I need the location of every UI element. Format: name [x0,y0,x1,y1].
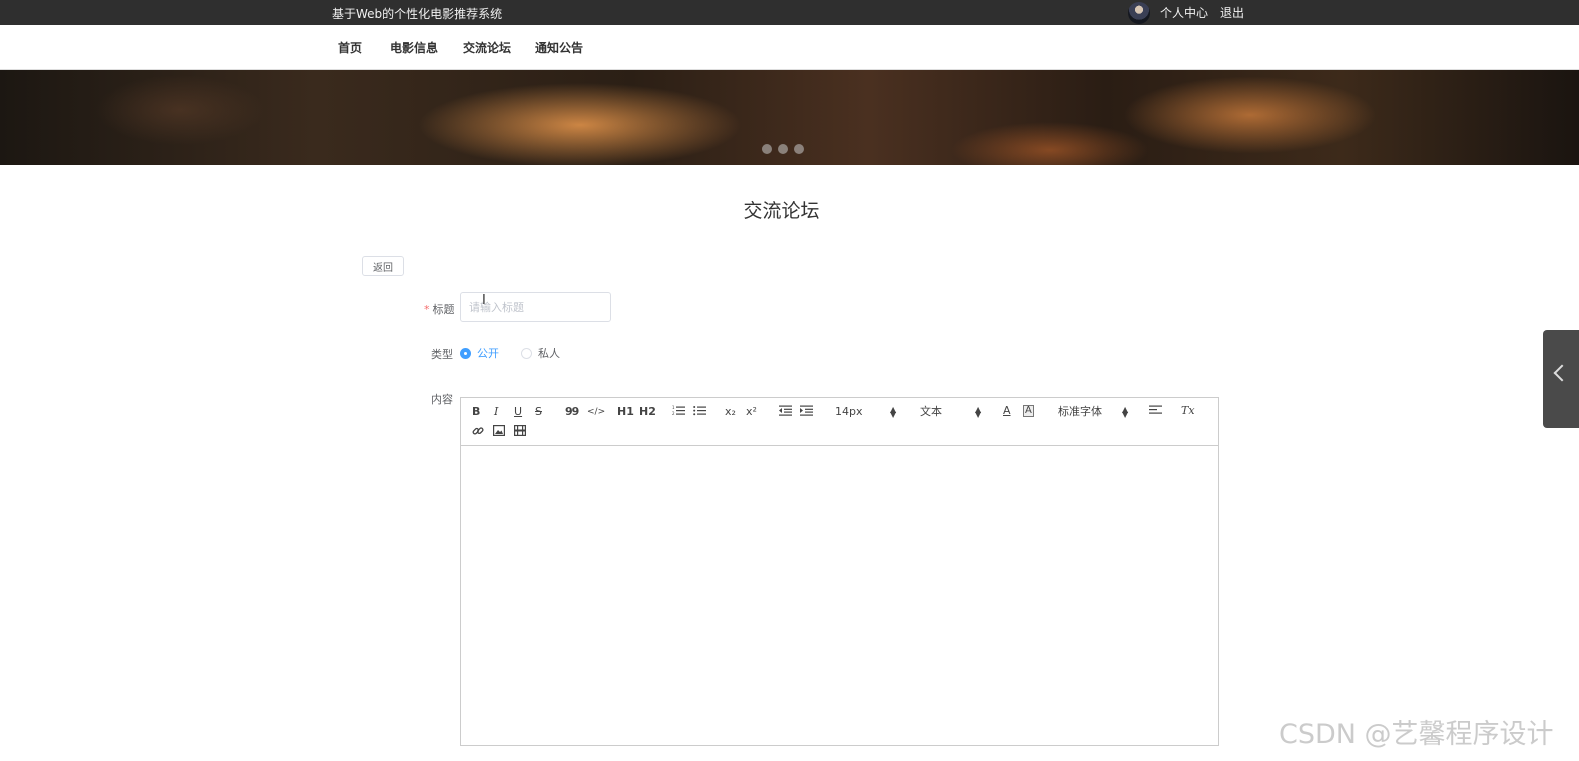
select-arrows-icon: ▲ ▼ [890,405,897,419]
nav-item-notices[interactable]: 通知公告 [535,39,583,56]
logout-link[interactable]: 退出 [1220,4,1244,21]
content-label: 内容 [431,393,453,406]
title-label-text: 标题 [432,303,455,316]
font-size-select[interactable]: 14px [835,405,863,419]
radio-unchecked-icon[interactable] [521,347,532,359]
side-panel-toggle[interactable] [1543,330,1579,428]
required-asterisk: * [424,303,430,316]
type-radio-private[interactable]: 私人 [521,345,560,361]
link-icon[interactable] [472,425,484,441]
ordered-list-icon[interactable]: 12 [672,405,685,420]
watermark: CSDN @艺馨程序设计 [1279,719,1554,750]
carousel-indicators [762,144,804,154]
underline-button[interactable]: U [514,405,522,419]
clean-format-button[interactable]: Tx [1181,404,1195,418]
blockquote-button[interactable]: 99 [565,405,579,419]
code-block-button[interactable]: </> [587,405,605,419]
subscript-button[interactable]: x₂ [725,405,736,419]
outdent-icon[interactable] [779,405,792,420]
banner-carousel [0,70,1579,165]
select-arrows-icon: ▲ ▼ [1122,405,1129,419]
title-label: * 标题 [424,301,455,317]
bullet-list-icon[interactable] [693,405,706,420]
h2-button[interactable]: H2 [639,405,656,419]
select-arrows-icon: ▲ ▼ [975,405,982,419]
user-avatar[interactable] [1128,1,1150,24]
nav-item-home[interactable]: 首页 [338,39,362,56]
editor-content-area[interactable] [461,446,1218,745]
user-menu: 个人中心 退出 [1128,1,1256,24]
radio-label-private: 私人 [538,347,560,360]
indent-icon[interactable] [800,405,813,420]
editor-toolbar: B I U S 99 </> H1 H2 12 x₂ x² 14px ▲ ▼ 文本… [461,398,1218,446]
page-title: 交流论坛 [743,200,820,222]
h1-button[interactable]: H1 [617,405,634,419]
radio-checked-icon[interactable] [460,347,471,359]
main-nav: 首页 电影信息 交流论坛 通知公告 [0,25,1579,70]
radio-label-public: 公开 [477,347,499,360]
rich-text-editor: B I U S 99 </> H1 H2 12 x₂ x² 14px ▲ ▼ 文本… [460,397,1219,746]
header-select[interactable]: 文本 [920,405,942,419]
svg-text:1: 1 [672,405,675,410]
superscript-button[interactable]: x² [746,405,757,419]
back-button[interactable]: 返回 [362,256,404,276]
type-radio-public[interactable]: 公开 [460,345,499,361]
carousel-dot[interactable] [794,144,804,154]
chevron-left-icon [1553,364,1571,382]
text-color-icon[interactable]: A [1003,404,1011,418]
video-icon[interactable] [514,425,527,440]
italic-button[interactable]: I [494,405,498,419]
strike-button[interactable]: S [535,405,542,419]
nav-item-forum[interactable]: 交流论坛 [463,39,511,56]
image-icon[interactable] [493,425,506,440]
bold-button[interactable]: B [472,405,480,419]
top-bar: 基于Web的个性化电影推荐系统 个人中心 退出 [0,0,1579,25]
site-title: 基于Web的个性化电影推荐系统 [332,7,503,21]
background-color-icon[interactable]: A [1023,405,1034,417]
text-cursor-icon: I [482,293,486,308]
user-center-link[interactable]: 个人中心 [1160,4,1208,21]
svg-text:2: 2 [672,411,675,416]
align-icon[interactable] [1149,405,1162,420]
type-label: 类型 [431,348,453,361]
carousel-dot[interactable] [762,144,772,154]
carousel-dot[interactable] [778,144,788,154]
font-family-select[interactable]: 标准字体 [1058,405,1102,419]
nav-item-movies[interactable]: 电影信息 [390,39,438,56]
